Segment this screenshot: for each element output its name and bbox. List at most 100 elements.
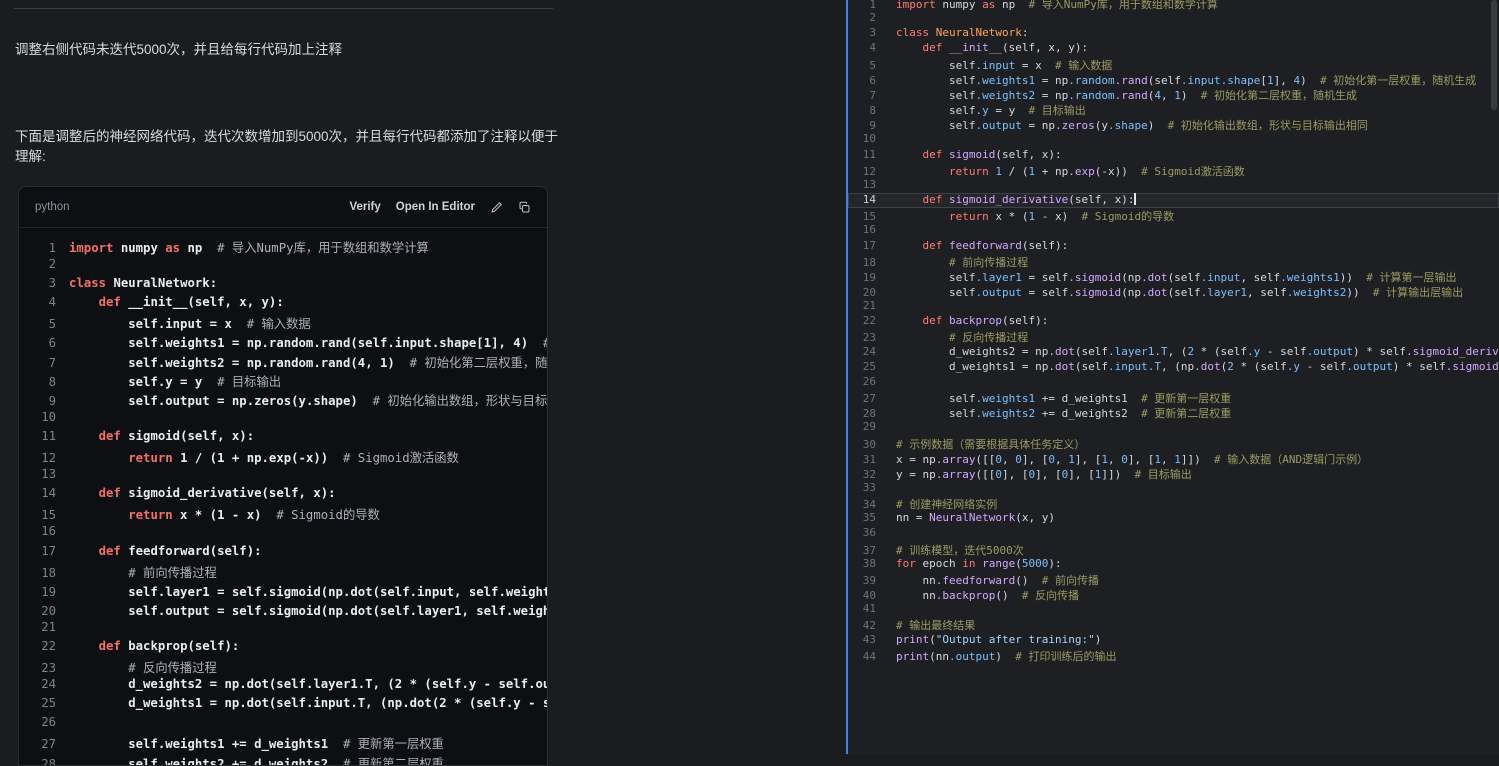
line-content: import numpy as np # 导入NumPy库，用于数组和数学计算 <box>876 0 1218 11</box>
code-line-10[interactable]: 10 <box>848 132 1499 147</box>
line-number: 18 <box>848 256 876 269</box>
editor-code-lines[interactable]: 1import numpy as np # 导入NumPy库，用于数组和数学计算… <box>848 0 1499 663</box>
code-line-25: 25 d_weights1 = np.dot(self.input.T, (np… <box>27 696 547 715</box>
line-content: return x * (1 - x) # Sigmoid的导数 <box>876 210 1174 223</box>
code-line-11[interactable]: 11 def sigmoid(self, x): <box>848 148 1499 163</box>
code-line-27[interactable]: 27 self.weights1 += d_weights1 # 更新第一层权重 <box>848 390 1499 405</box>
line-number: 6 <box>27 336 56 350</box>
code-line-16: 16 <box>27 524 547 543</box>
code-line-12: 12 return 1 / (1 + np.exp(-x)) # Sigmoid… <box>27 448 547 467</box>
code-line-30[interactable]: 30# 示例数据（需要根据具体任务定义） <box>848 436 1499 451</box>
line-content: y = np.array([[0], [0], [0], [1]]) # 目标输… <box>876 468 1192 481</box>
line-number: 9 <box>27 394 56 408</box>
code-line-16[interactable]: 16 <box>848 223 1499 238</box>
line-number: 12 <box>27 451 56 465</box>
line-content: def __init__(self, x, y): <box>876 41 1088 54</box>
code-line-26[interactable]: 26 <box>848 375 1499 390</box>
line-content: # 前向传播过程 <box>876 256 1028 269</box>
code-line-9[interactable]: 9 self.output = np.zeros(y.shape) # 初始化输… <box>848 117 1499 132</box>
line-number: 16 <box>27 524 56 538</box>
line-content: return 1 / (1 + np.exp(-x)) # Sigmoid激活函… <box>56 451 459 465</box>
code-editor[interactable]: 1import numpy as np # 导入NumPy库，用于数组和数学计算… <box>848 0 1499 754</box>
scrollbar-thumb[interactable] <box>1491 0 1497 110</box>
line-content: import numpy as np # 导入NumPy库，用于数组和数学计算 <box>56 241 429 255</box>
code-line-34[interactable]: 34# 创建神经网络实例 <box>848 496 1499 511</box>
code-line-2: 2 <box>27 257 547 276</box>
line-number: 27 <box>848 392 876 405</box>
code-line-23: 23 # 反向传播过程 <box>27 658 547 677</box>
code-line-19[interactable]: 19 self.layer1 = self.sigmoid(np.dot(sel… <box>848 269 1499 284</box>
code-line-18[interactable]: 18 # 前向传播过程 <box>848 254 1499 269</box>
code-line-39[interactable]: 39 nn.feedforward() # 前向传播 <box>848 572 1499 587</box>
line-content <box>876 420 896 433</box>
line-content: self.weights2 += d_weights2 # 更新第二层权重 <box>56 757 444 766</box>
line-number: 44 <box>848 650 876 663</box>
code-line-29[interactable]: 29 <box>848 420 1499 435</box>
line-content <box>876 602 896 615</box>
line-number: 11 <box>848 148 876 161</box>
verify-button[interactable]: Verify <box>349 201 380 213</box>
code-line-7[interactable]: 7 self.weights2 = np.random.rand(4, 1) #… <box>848 87 1499 102</box>
code-line-14[interactable]: 14 def sigmoid_derivative(self, x): <box>848 193 1499 208</box>
code-line-15[interactable]: 15 return x * (1 - x) # Sigmoid的导数 <box>848 208 1499 223</box>
code-line-17: 17 def feedforward(self): <box>27 544 547 563</box>
line-number: 6 <box>848 74 876 87</box>
code-line-21: 21 <box>27 620 547 639</box>
code-line-20[interactable]: 20 self.output = self.sigmoid(np.dot(sel… <box>848 284 1499 299</box>
line-number: 1 <box>27 241 56 255</box>
code-line-5: 5 self.input = x # 输入数据 <box>27 314 547 333</box>
line-number: 7 <box>848 89 876 102</box>
code-line-38[interactable]: 38for epoch in range(5000): <box>848 557 1499 572</box>
edit-pencil-icon[interactable] <box>490 201 503 214</box>
code-line-25[interactable]: 25 d_weights1 = np.dot(self.input.T, (np… <box>848 360 1499 375</box>
code-line-33[interactable]: 33 <box>848 481 1499 496</box>
code-line-32[interactable]: 32y = np.array([[0], [0], [0], [1]]) # 目… <box>848 466 1499 481</box>
code-line-40[interactable]: 40 nn.backprop() # 反向传播 <box>848 587 1499 602</box>
code-line-23[interactable]: 23 # 反向传播过程 <box>848 329 1499 344</box>
code-line-4[interactable]: 4 def __init__(self, x, y): <box>848 41 1499 56</box>
code-line-7: 7 self.weights2 = np.random.rand(4, 1) #… <box>27 353 547 372</box>
code-line-24[interactable]: 24 d_weights2 = np.dot(self.layer1.T, (2… <box>848 345 1499 360</box>
line-content: self.weights1 += d_weights1 # 更新第一层权重 <box>56 737 444 751</box>
line-number: 13 <box>848 178 876 191</box>
code-line-13[interactable]: 13 <box>848 178 1499 193</box>
copy-icon[interactable] <box>518 201 531 214</box>
code-line-5[interactable]: 5 self.input = x # 输入数据 <box>848 57 1499 72</box>
code-line-22[interactable]: 22 def backprop(self): <box>848 314 1499 329</box>
line-content: self.output = np.zeros(y.shape) # 初始化输出数… <box>56 394 547 408</box>
line-number: 39 <box>848 574 876 587</box>
line-content: # 反向传播过程 <box>876 331 1028 344</box>
code-line-21[interactable]: 21 <box>848 299 1499 314</box>
code-line-3[interactable]: 3class NeuralNetwork: <box>848 26 1499 41</box>
code-line-8[interactable]: 8 self.y = y # 目标输出 <box>848 102 1499 117</box>
open-in-editor-button[interactable]: Open In Editor <box>396 201 475 213</box>
line-number: 4 <box>848 41 876 54</box>
line-content: self.layer1 = self.sigmoid(np.dot(self.i… <box>56 585 547 599</box>
code-line-6[interactable]: 6 self.weights1 = np.random.rand(self.in… <box>848 72 1499 87</box>
line-number: 5 <box>848 59 876 72</box>
code-line-44[interactable]: 44print(nn.output) # 打印训练后的输出 <box>848 648 1499 663</box>
editor-scrollbar[interactable] <box>1489 0 1499 754</box>
code-line-36[interactable]: 36 <box>848 526 1499 541</box>
line-content: print(nn.output) # 打印训练后的输出 <box>876 650 1116 663</box>
line-number: 10 <box>848 132 876 145</box>
code-line-31[interactable]: 31x = np.array([[0, 0], [0, 1], [1, 0], … <box>848 451 1499 466</box>
line-content: d_weights1 = np.dot(self.input.T, (np.do… <box>56 696 547 710</box>
code-line-35[interactable]: 35nn = NeuralNetwork(x, y) <box>848 511 1499 526</box>
line-number: 17 <box>27 544 56 558</box>
code-line-12[interactable]: 12 return 1 / (1 + np.exp(-x)) # Sigmoid… <box>848 163 1499 178</box>
code-line-37[interactable]: 37# 训练模型，迭代5000次 <box>848 542 1499 557</box>
line-number: 24 <box>848 345 876 358</box>
code-line-2[interactable]: 2 <box>848 11 1499 26</box>
line-number: 14 <box>27 486 56 500</box>
code-line-28[interactable]: 28 self.weights2 += d_weights2 # 更新第二层权重 <box>848 405 1499 420</box>
code-line-41[interactable]: 41 <box>848 602 1499 617</box>
line-number: 38 <box>848 557 876 570</box>
code-line-42[interactable]: 42# 输出最终结果 <box>848 617 1499 632</box>
code-line-43[interactable]: 43print("Output after training:") <box>848 633 1499 648</box>
code-line-1[interactable]: 1import numpy as np # 导入NumPy库，用于数组和数学计算 <box>848 0 1499 11</box>
code-line-17[interactable]: 17 def feedforward(self): <box>848 239 1499 254</box>
line-content: self.y = y # 目标输出 <box>56 375 281 389</box>
line-content <box>876 375 896 388</box>
line-content: def sigmoid(self, x): <box>876 148 1062 161</box>
